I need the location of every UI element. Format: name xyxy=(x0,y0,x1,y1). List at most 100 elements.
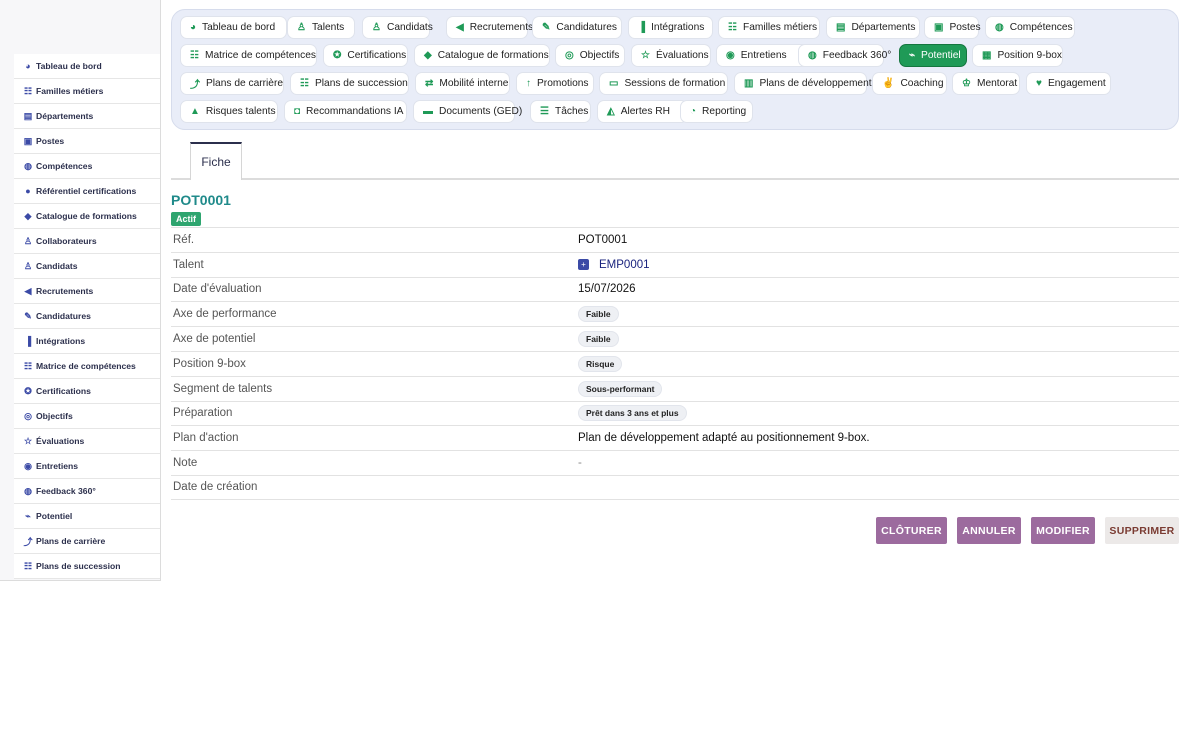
sidebar-item-label: Familles métiers xyxy=(36,86,104,96)
tab-label: Mobilité interne xyxy=(439,78,509,89)
field-label: Plan d'action xyxy=(173,432,239,445)
tab-position-9-box[interactable]: ▦ Position 9-box xyxy=(972,44,1063,67)
sidebar-item[interactable]: ◀ Recrutements xyxy=(14,279,160,304)
field-value: Risque xyxy=(578,355,623,372)
tab-risques-talents[interactable]: ▲ Risques talents xyxy=(180,100,278,123)
folder-open-icon: ▬ xyxy=(423,106,433,117)
tab-plans-de-succession[interactable]: ☷ Plans de succession xyxy=(290,72,409,95)
tab-certifications[interactable]: ✪ Certifications xyxy=(323,44,408,67)
tab-d-partements[interactable]: ▤ Départements xyxy=(826,16,920,39)
tab-label: Candidats xyxy=(386,22,433,33)
tab-label: Postes xyxy=(949,22,981,33)
sidebar: ◕ Tableau de bord ☷ Familles métiers ▤ Départ… xyxy=(0,0,161,581)
tab-potentiel[interactable]: ⌁ Potentiel xyxy=(899,44,967,67)
sidebar-item[interactable]: ✎ Candidatures xyxy=(14,304,160,329)
tab-engagement[interactable]: ♥ Engagement xyxy=(1026,72,1111,95)
sitemap-icon: ☷ xyxy=(23,360,33,371)
tab-feedback-360[interactable]: ◍ Feedback 360° xyxy=(798,44,891,67)
tab-tableau-de-bord[interactable]: ◕ Tableau de bord xyxy=(180,16,287,39)
sidebar-item-label: Entretiens xyxy=(36,461,79,471)
sidebar-item-label: Matrice de compétences xyxy=(36,361,136,371)
sidebar-item[interactable]: ⌁ Potentiel xyxy=(14,504,160,529)
award-icon: ✪ xyxy=(333,50,342,61)
user-icon: ♙ xyxy=(297,22,306,33)
tab-candidats[interactable]: ♙ Candidats xyxy=(362,16,433,39)
sidebar-item[interactable]: ☷ Matrice de compétences xyxy=(14,354,160,379)
tab-plans-de-d-veloppement[interactable]: ▥ Plans de développement xyxy=(734,72,872,95)
tab-familles-m-tiers[interactable]: ☷ Familles métiers xyxy=(718,16,820,39)
sidebar-item[interactable]: ♙ Collaborateurs xyxy=(14,229,160,254)
tab-promotions[interactable]: ↑ Promotions xyxy=(516,72,594,95)
edit-record-button[interactable]: MODIFIER xyxy=(1031,517,1095,544)
status-badge: Actif xyxy=(171,212,201,226)
sidebar-item[interactable]: ● Référentiel certifications xyxy=(14,179,160,204)
tab-label: Compétences xyxy=(1009,22,1073,33)
sidebar-item[interactable]: ▐ Intégrations xyxy=(14,329,160,354)
cancel-record-button[interactable]: ANNULER xyxy=(957,517,1021,544)
tab-comp-tences[interactable]: ◍ Compétences xyxy=(985,16,1075,39)
arrow-up-icon: ↑ xyxy=(526,78,531,89)
field-value: - xyxy=(578,457,582,469)
value-text: 15/07/2026 xyxy=(578,283,636,296)
sidebar-item[interactable]: ⤴ Plans de carrière xyxy=(14,529,160,554)
field-label: Date de création xyxy=(173,481,258,494)
delete-record-button[interactable]: SUPPRIMER xyxy=(1105,517,1179,544)
close-record-button[interactable]: CLÔTURER xyxy=(876,517,947,544)
sidebar-item[interactable]: ◉ Entretiens xyxy=(14,454,160,479)
tab-recrutements[interactable]: ◀ Recrutements xyxy=(446,16,533,39)
field-label: Segment de talents xyxy=(173,382,273,395)
route-icon: ⤴ xyxy=(190,80,200,91)
tab-recommandations-ia[interactable]: ◘ Recommandations IA xyxy=(284,100,407,123)
tab-postes[interactable]: ▣ Postes xyxy=(924,16,981,39)
sidebar-item[interactable]: ◕ Tableau de bord xyxy=(14,54,160,79)
tab-objectifs[interactable]: ◎ Objectifs xyxy=(555,44,625,67)
sidebar-item[interactable]: ✪ Certifications xyxy=(14,379,160,404)
tab-fiche[interactable]: Fiche xyxy=(190,142,242,180)
sidebar-item-label: Postes xyxy=(36,136,65,146)
tab-label: Matrice de compétences xyxy=(204,50,316,61)
sidebar-item[interactable]: ☆ Évaluations xyxy=(14,429,160,454)
tab-label: Intégrations xyxy=(651,22,705,33)
brain-icon: ◍ xyxy=(995,22,1004,33)
sidebar-item[interactable]: ♙ Candidats xyxy=(14,254,160,279)
detail-row: Note - xyxy=(171,450,1179,475)
tab-sessions-de-formation[interactable]: ▭ Sessions de formation xyxy=(599,72,728,95)
tab-label: Engagement xyxy=(1047,78,1106,89)
tab-candidatures[interactable]: ✎ Candidatures xyxy=(532,16,622,39)
tab-label: Certifications xyxy=(347,50,407,61)
tab-talents[interactable]: ♙ Talents xyxy=(287,16,355,39)
field-label: Position 9-box xyxy=(173,357,246,370)
sidebar-item-label: Évaluations xyxy=(36,436,85,446)
talent-link[interactable]: EMP0001 xyxy=(599,259,650,271)
chart-line-icon: ⌁ xyxy=(25,510,31,521)
tab-catalogue-de-formations[interactable]: ◆ Catalogue de formations xyxy=(414,44,550,67)
field-value: POT0001 xyxy=(578,234,627,246)
tab-mobilit-interne[interactable]: ⇄ Mobilité interne xyxy=(415,72,510,95)
tab-alertes-rh[interactable]: ◭ Alertes RH xyxy=(597,100,688,123)
sidebar-item[interactable]: ◎ Objectifs xyxy=(14,404,160,429)
value-badge: Faible xyxy=(578,331,619,348)
tab-label: Recommandations IA xyxy=(306,106,404,117)
tab-valuations[interactable]: ☆ Évaluations xyxy=(631,44,711,67)
sidebar-item[interactable]: ◍ Feedback 360° xyxy=(14,479,160,504)
tab-plans-de-carri-re[interactable]: ⤴ Plans de carrière xyxy=(180,72,284,95)
tab-int-grations[interactable]: ▐ Intégrations xyxy=(628,16,713,39)
sidebar-item-label: Intégrations xyxy=(36,336,86,346)
tab-coaching[interactable]: ✌ Coaching xyxy=(872,72,947,95)
tab-matrice-de-comp-tences[interactable]: ☷ Matrice de compétences xyxy=(180,44,317,67)
tab-t-ches[interactable]: ☰ Tâches xyxy=(530,100,591,123)
sidebar-item[interactable]: ▣ Postes xyxy=(14,129,160,154)
value-text: POT0001 xyxy=(578,233,628,246)
open-link-icon[interactable]: + xyxy=(578,259,589,271)
door-open-icon: ▐ xyxy=(638,22,646,33)
detail-row: Position 9-box Risque xyxy=(171,350,1179,376)
sidebar-item[interactable]: ◍ Compétences xyxy=(14,154,160,179)
tab-reporting[interactable]: ◔ Reporting xyxy=(680,100,753,123)
sidebar-item[interactable]: ◆ Catalogue de formations xyxy=(14,204,160,229)
tab-documents-ged[interactable]: ▬ Documents (GED) xyxy=(413,100,522,123)
sidebar-item[interactable]: ☷ Familles métiers xyxy=(14,79,160,104)
sidebar-item[interactable]: ☷ Plans de succession xyxy=(14,554,160,579)
sidebar-item[interactable]: ▤ Départements xyxy=(14,104,160,129)
tab-mentorat[interactable]: ♔ Mentorat xyxy=(952,72,1020,95)
bullhorn-icon: ◀ xyxy=(456,22,464,33)
